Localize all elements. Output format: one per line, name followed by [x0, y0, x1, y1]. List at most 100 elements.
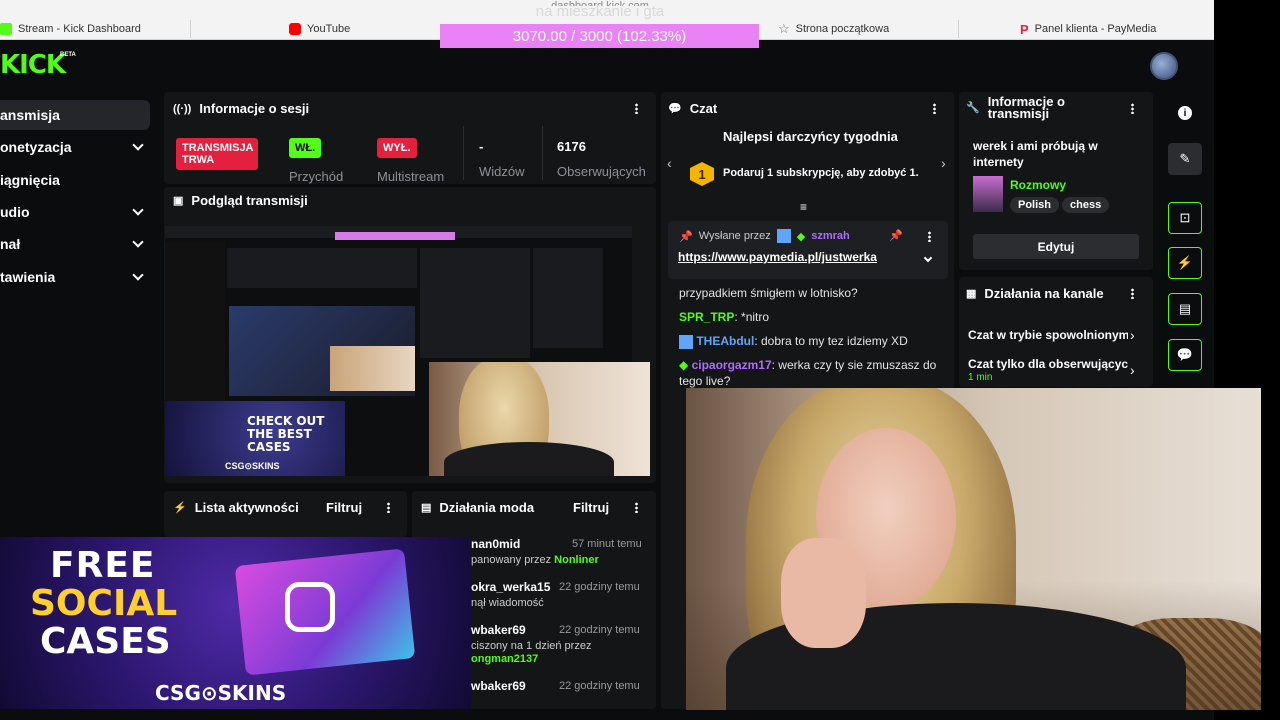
chat-text: : dobra to my tez idziemy XD: [754, 334, 908, 348]
instagram-icon: [285, 582, 335, 632]
sidebar-item-stream[interactable]: ansmisja: [0, 100, 150, 130]
mod-row-user[interactable]: nan0mid: [471, 537, 520, 551]
sponsor-ad-overlay: FREE SOCIAL CASES CSG⊙SKINS: [0, 537, 471, 709]
mod-row-user[interactable]: okra_werka15: [471, 580, 550, 594]
bookmark-label: YouTube: [307, 23, 351, 35]
mod-row-detail-text: ciszony na 1 dzień przez: [471, 640, 592, 652]
sidebar-item-label: udio: [0, 204, 30, 220]
vip-icon: ◆: [679, 358, 689, 372]
multistream-toggle[interactable]: WYŁ.: [377, 138, 417, 158]
preview-ad-text: CHECK OUT THE BEST CASES: [247, 414, 325, 454]
preview-mini-chat: [420, 248, 530, 358]
chevron-right-icon[interactable]: ›: [1130, 362, 1135, 378]
preview-webcam: [429, 362, 650, 476]
sidebar-item-settings[interactable]: tawienia: [0, 262, 150, 292]
chat-message: ◆ cipaorgazm17: werka czy ty sie zmuszas…: [679, 357, 949, 389]
edit-button[interactable]: Edytuj: [973, 234, 1139, 259]
preview-mini-goal-bar: [335, 232, 455, 240]
kick-logo[interactable]: KICK: [0, 50, 66, 80]
edit-layout-icon[interactable]: ✎: [1168, 143, 1202, 175]
chevron-down-icon: [132, 204, 144, 216]
ad-brand-logo: CSG⊙SKINS: [155, 681, 287, 705]
chat-username[interactable]: THEAbdul: [696, 334, 754, 348]
document-icon: ▤: [421, 502, 432, 514]
sidebar-item-label: ansmisja: [0, 107, 60, 123]
sidebar-item-channel[interactable]: nał: [0, 229, 150, 259]
bookmark-youtube[interactable]: YouTube: [289, 20, 350, 38]
webcam-person-hand: [781, 538, 866, 648]
bookmark-kick-dashboard[interactable]: Stream - Kick Dashboard: [0, 20, 141, 38]
mod-actions-header: ▤ Działania moda: [421, 500, 534, 515]
user-avatar[interactable]: [1150, 52, 1178, 80]
viewers-value: -: [479, 139, 484, 154]
mod-row-actor[interactable]: ongman2137: [471, 653, 538, 665]
beta-badge: BETA: [60, 52, 76, 58]
camera-widget-icon[interactable]: ⊡: [1168, 202, 1202, 234]
sidebar-item-label: onetyzacja: [0, 139, 72, 155]
pinned-user[interactable]: szmrah: [811, 230, 850, 242]
tag-chip[interactable]: chess: [1062, 197, 1110, 213]
carousel-next-icon[interactable]: ›: [941, 155, 946, 171]
chat-widget-icon[interactable]: 💬: [1168, 339, 1202, 371]
more-options-icon[interactable]: [1131, 288, 1134, 299]
kick-favicon-icon: [0, 23, 12, 35]
tag-chip[interactable]: Polish: [1010, 197, 1060, 213]
mod-row-time: 22 godziny temu: [559, 581, 640, 593]
more-options-icon[interactable]: [1131, 103, 1134, 114]
more-options-icon[interactable]: [933, 103, 936, 114]
category-thumbnail[interactable]: [973, 176, 1003, 212]
chat-username[interactable]: SPR_TRP: [679, 310, 734, 324]
carousel-prev-icon[interactable]: ‹: [667, 155, 672, 171]
bookmark-start-page[interactable]: ☆ Strona początkowa: [778, 20, 889, 38]
more-options-icon[interactable]: [635, 103, 638, 114]
ad-headline-1: FREE: [50, 545, 156, 586]
sidebar-item-label: nał: [0, 236, 21, 252]
mod-row-detail: nął wiadomość: [471, 597, 544, 609]
activity-filter-button[interactable]: Filtruj: [326, 500, 362, 515]
chat-header: 💬 Czat: [668, 101, 717, 116]
followers-only-action[interactable]: Czat tylko dla obserwujących: [968, 357, 1128, 371]
ad-headline-2: SOCIAL: [30, 583, 178, 624]
top-donors-title: Najlepsi darczyńcy tygodnia: [723, 129, 898, 144]
ad-headline-3: CASES: [40, 621, 171, 662]
lightning-icon: ⚡: [173, 502, 187, 514]
bookmark-separator: [190, 20, 191, 38]
sidebar-item-label: iągnięcia: [0, 172, 60, 188]
broadcast-icon: ((·)): [173, 102, 192, 115]
slow-mode-action[interactable]: Czat w trybie spowolnionym: [968, 328, 1128, 342]
revenue-toggle[interactable]: WŁ.: [289, 138, 322, 158]
sidebar-item-audio[interactable]: udio: [0, 197, 150, 227]
mod-actions-filter-button[interactable]: Filtruj: [573, 500, 609, 515]
mod-row-user[interactable]: wbaker69: [471, 679, 526, 693]
stream-title: werek i ami próbują w internety: [973, 139, 1098, 169]
more-options-icon[interactable]: [635, 502, 638, 513]
stream-preview-header: ▣ Podgląd transmisji: [173, 193, 308, 208]
panel-title: Działania moda: [439, 500, 535, 515]
chat-username[interactable]: cipaorgazm17: [692, 358, 772, 372]
mod-row-actor[interactable]: Nonliner: [554, 554, 599, 566]
pinned-header: 📌 Wysłane przez ◆ szmrah: [679, 229, 850, 243]
youtube-icon: [289, 23, 301, 35]
followers-label: Obserwujących: [557, 164, 646, 179]
category-name[interactable]: Rozmowy: [1010, 178, 1066, 192]
lightning-widget-icon[interactable]: ⚡: [1168, 247, 1202, 279]
unpin-icon[interactable]: 📌: [889, 229, 903, 242]
pinned-by-label: Wysłane przez: [698, 230, 771, 242]
pinned-link[interactable]: https://www.paymedia.pl/justwerka: [678, 250, 877, 264]
sidebar-item-clips[interactable]: iągnięcia: [0, 165, 150, 195]
more-options-icon[interactable]: [928, 231, 931, 242]
more-options-icon[interactable]: [387, 502, 390, 513]
sidebar-item-monetization[interactable]: onetyzacja: [0, 132, 150, 162]
preview-mini-session: [227, 248, 417, 288]
collapse-icon[interactable]: ≡: [800, 200, 807, 214]
mod-row-user[interactable]: wbaker69: [471, 623, 526, 637]
preview-ad-brand: CSG⊙SKINS: [225, 461, 280, 471]
chevron-right-icon[interactable]: ›: [1130, 327, 1135, 343]
stat-divider: [463, 126, 464, 180]
chat-message: przypadkiem śmigłem w lotnisko?: [679, 286, 858, 300]
info-icon[interactable]: i: [1178, 106, 1192, 120]
mod-row-time: 57 minut temu: [572, 538, 642, 550]
donation-goal-title: na mieszkanie i gta: [535, 3, 665, 20]
notes-widget-icon[interactable]: ▤: [1168, 293, 1202, 325]
bookmark-paymedia[interactable]: P Panel klienta - PayMedia: [1020, 20, 1156, 38]
